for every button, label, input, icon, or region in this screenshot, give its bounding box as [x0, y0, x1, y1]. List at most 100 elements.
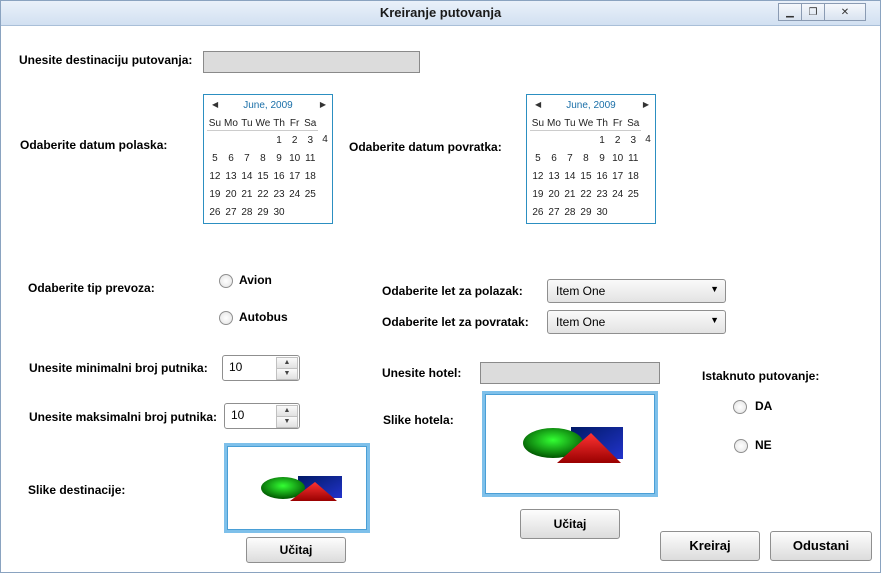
- departure-flight-select[interactable]: Item One ▼: [547, 279, 726, 303]
- calendar-day[interactable]: 5: [530, 149, 546, 167]
- calendar-day[interactable]: 14: [239, 167, 255, 185]
- calendar-day[interactable]: 1: [594, 131, 610, 150]
- calendar-day[interactable]: 11: [302, 149, 318, 167]
- hotel-image-box[interactable]: [482, 391, 658, 497]
- decrement-icon[interactable]: ▼: [276, 416, 298, 428]
- calendar-day[interactable]: [625, 203, 641, 221]
- calendar-day[interactable]: 24: [610, 185, 625, 203]
- calendar-day[interactable]: 29: [578, 203, 595, 221]
- calendar-day[interactable]: 25: [302, 185, 318, 203]
- return-flight-select[interactable]: Item One ▼: [547, 310, 726, 334]
- calendar-day[interactable]: 12: [207, 167, 223, 185]
- calendar-day[interactable]: 30: [271, 203, 287, 221]
- calendar-day[interactable]: 23: [594, 185, 610, 203]
- calendar-day[interactable]: [546, 131, 562, 150]
- calendar-day[interactable]: 15: [578, 167, 595, 185]
- calendar-day[interactable]: 24: [287, 185, 302, 203]
- calendar-day[interactable]: 3: [302, 131, 318, 150]
- calendar-day[interactable]: 12: [530, 167, 546, 185]
- calendar-day[interactable]: [223, 131, 239, 150]
- calendar-day[interactable]: [255, 131, 272, 150]
- calendar-day[interactable]: 20: [546, 185, 562, 203]
- max-passengers-stepper[interactable]: 10 ▲ ▼: [224, 403, 300, 429]
- calendar-day[interactable]: 14: [562, 167, 578, 185]
- calendar-day[interactable]: 28: [562, 203, 578, 221]
- calendar-day[interactable]: 15: [255, 167, 272, 185]
- calendar-day[interactable]: 22: [255, 185, 272, 203]
- calendar-day[interactable]: 9: [271, 149, 287, 167]
- hotel-input[interactable]: [480, 362, 660, 384]
- destination-upload-button[interactable]: Učitaj: [246, 537, 346, 563]
- calendar-day[interactable]: 17: [610, 167, 625, 185]
- calendar-day[interactable]: [207, 131, 223, 150]
- calendar-day[interactable]: 7: [562, 149, 578, 167]
- calendar-day[interactable]: 9: [594, 149, 610, 167]
- departure-calendar[interactable]: ◀ June, 2009 ▶ Su Mo Tu We Th Fr Sa 1234 56789…: [203, 94, 333, 224]
- radio-ne[interactable]: [734, 439, 748, 453]
- radio-ne-label: NE: [755, 438, 772, 452]
- return-calendar[interactable]: ◀ June, 2009 ▶ Su Mo Tu We Th Fr Sa 1234 56789…: [526, 94, 656, 224]
- calendar-day[interactable]: 28: [239, 203, 255, 221]
- calendar-day[interactable]: 25: [625, 185, 641, 203]
- decrement-icon[interactable]: ▼: [276, 368, 298, 380]
- calendar-day[interactable]: 26: [207, 203, 223, 221]
- radio-da[interactable]: [733, 400, 747, 414]
- calendar-day[interactable]: [562, 131, 578, 150]
- calendar-day[interactable]: 22: [578, 185, 595, 203]
- close-icon[interactable]: ✕: [825, 3, 866, 21]
- calendar-day[interactable]: 21: [562, 185, 578, 203]
- calendar-day[interactable]: 13: [546, 167, 562, 185]
- calendar-day[interactable]: 10: [610, 149, 625, 167]
- calendar-day[interactable]: 21: [239, 185, 255, 203]
- calendar-day[interactable]: [287, 203, 302, 221]
- calendar-day[interactable]: 4: [318, 131, 332, 150]
- calendar-day[interactable]: 8: [578, 149, 595, 167]
- calendar-day[interactable]: 1: [271, 131, 287, 150]
- minimize-icon[interactable]: ▁: [778, 3, 802, 21]
- radio-avion[interactable]: [219, 274, 233, 288]
- calendar-day[interactable]: 19: [207, 185, 223, 203]
- calendar-day[interactable]: [302, 203, 318, 221]
- calendar-day[interactable]: 4: [641, 131, 655, 150]
- calendar-day[interactable]: 27: [546, 203, 562, 221]
- calendar-day[interactable]: 2: [287, 131, 302, 150]
- calendar-day[interactable]: 18: [625, 167, 641, 185]
- calendar-day[interactable]: 10: [287, 149, 302, 167]
- create-button[interactable]: Kreiraj: [660, 531, 760, 561]
- calendar-day[interactable]: [610, 203, 625, 221]
- calendar-day[interactable]: 18: [302, 167, 318, 185]
- calendar-day[interactable]: 13: [223, 167, 239, 185]
- calendar-day[interactable]: 26: [530, 203, 546, 221]
- radio-autobus[interactable]: [219, 311, 233, 325]
- calendar-day[interactable]: 16: [594, 167, 610, 185]
- next-month-icon[interactable]: ▶: [643, 100, 649, 109]
- cancel-button[interactable]: Odustani: [770, 531, 872, 561]
- calendar-day[interactable]: 8: [255, 149, 272, 167]
- calendar-day[interactable]: [239, 131, 255, 150]
- calendar-day[interactable]: 27: [223, 203, 239, 221]
- calendar-day[interactable]: 23: [271, 185, 287, 203]
- title-bar[interactable]: Kreiranje putovanja ▁ ❐ ✕: [1, 1, 880, 26]
- calendar-day[interactable]: 2: [610, 131, 625, 150]
- calendar-day[interactable]: 7: [239, 149, 255, 167]
- calendar-day[interactable]: 17: [287, 167, 302, 185]
- min-passengers-stepper[interactable]: 10 ▲ ▼: [222, 355, 300, 381]
- calendar-day[interactable]: 19: [530, 185, 546, 203]
- calendar-day[interactable]: 30: [594, 203, 610, 221]
- calendar-day[interactable]: 29: [255, 203, 272, 221]
- destination-image-box[interactable]: [224, 443, 370, 533]
- calendar-day[interactable]: 3: [625, 131, 641, 150]
- calendar-day[interactable]: [530, 131, 546, 150]
- calendar-day[interactable]: 16: [271, 167, 287, 185]
- radio-avion-label: Avion: [239, 273, 272, 287]
- calendar-day[interactable]: 11: [625, 149, 641, 167]
- calendar-day[interactable]: [578, 131, 595, 150]
- hotel-upload-button[interactable]: Učitaj: [520, 509, 620, 539]
- calendar-day[interactable]: 5: [207, 149, 223, 167]
- calendar-day[interactable]: 6: [223, 149, 239, 167]
- restore-icon[interactable]: ❐: [802, 3, 825, 21]
- destination-input[interactable]: [203, 51, 420, 73]
- calendar-day[interactable]: 6: [546, 149, 562, 167]
- calendar-day[interactable]: 20: [223, 185, 239, 203]
- next-month-icon[interactable]: ▶: [320, 100, 326, 109]
